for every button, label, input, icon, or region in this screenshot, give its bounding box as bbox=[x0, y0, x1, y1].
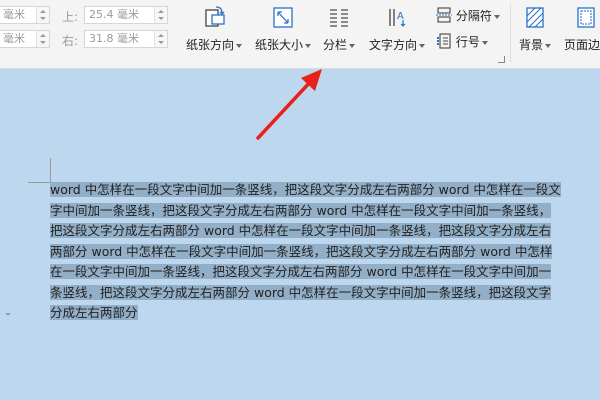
chevron-down-icon bbox=[493, 14, 500, 19]
spin-buttons[interactable] bbox=[154, 31, 167, 47]
selected-text: 在一段文字中间加一条竖线，把这段文字分成左右两部分 word 中怎样在一段文字中… bbox=[50, 264, 552, 279]
text-direction-button[interactable]: A 文字方向 bbox=[366, 4, 428, 60]
columns-label: 分栏 bbox=[322, 38, 347, 52]
margin-right-label: 右: bbox=[62, 34, 79, 48]
paper-size-button[interactable]: 纸张大小 bbox=[252, 4, 314, 60]
margin-left-input[interactable]: 毫米 bbox=[0, 6, 50, 24]
spin-buttons[interactable] bbox=[154, 7, 167, 23]
crop-mark-horizontal bbox=[28, 182, 50, 183]
text-line: 条竖线，把这段文字分成左右两部分 word 中怎样在一段文字中间加一条竖线，把这… bbox=[50, 283, 600, 304]
selected-text: 条竖线，把这段文字分成左右两部分 word 中怎样在一段文字中间加一条竖线，把这… bbox=[50, 284, 552, 300]
paper-size-icon bbox=[273, 7, 293, 28]
chevron-down-icon bbox=[481, 40, 488, 45]
text-line: 把这段文字分成左右两部分 word 中怎样在一段文字中间加一条竖线，把这段文字分… bbox=[50, 221, 600, 242]
text-line: 分成左右两部分 bbox=[50, 303, 600, 324]
columns-button[interactable]: 分栏 bbox=[320, 4, 358, 60]
text-line: word 中怎样在一段文字中间加一条竖线，把这段文字分成左右两部分 word 中… bbox=[50, 180, 600, 201]
spin-buttons[interactable] bbox=[36, 7, 49, 23]
breaks-button[interactable]: 分隔符 bbox=[436, 6, 500, 26]
text-direction-icon: A bbox=[389, 9, 406, 27]
margin-top-label: 上: bbox=[62, 10, 79, 24]
selected-text: 分成左右两部分 bbox=[50, 305, 138, 320]
margin-top-value: 25.4 毫米 bbox=[89, 8, 139, 21]
paper-size-label: 纸张大小 bbox=[254, 38, 303, 52]
dialog-launcher-icon[interactable] bbox=[498, 56, 505, 63]
margin-right-value: 31.8 毫米 bbox=[89, 32, 139, 45]
columns-icon bbox=[330, 9, 348, 27]
breaks-label: 分隔符 bbox=[455, 9, 492, 23]
background-button[interactable]: 背景 bbox=[518, 4, 552, 60]
page-border-icon bbox=[577, 7, 595, 28]
selected-text: 字中间加一条竖线，把这段文字分成左右两部分 word 中怎样在一段文字中间加一条… bbox=[50, 202, 552, 218]
page-border-button[interactable]: 页面边 bbox=[564, 4, 600, 60]
ribbon-separator bbox=[510, 4, 511, 62]
margin-left-value: 毫米 bbox=[3, 8, 25, 21]
document-body[interactable]: word 中怎样在一段文字中间加一条竖线，把这段文字分成左右两部分 word 中… bbox=[50, 180, 600, 324]
margin-bottom-value: 毫米 bbox=[3, 32, 25, 45]
selected-text: 两部分 word 中怎样在一段文字中间加一条竖线，把这段文字分成左右两部分 wo… bbox=[50, 243, 553, 259]
orientation-button[interactable]: 纸张方向 bbox=[184, 4, 244, 60]
page-layout-ribbon: 毫米 毫米 上: 25.4 毫米 右: 31.8 毫米 纸张方向 纸张大小 分栏… bbox=[0, 0, 600, 69]
margin-top-input[interactable]: 25.4 毫米 bbox=[84, 6, 168, 24]
chevron-down-icon bbox=[419, 43, 425, 48]
line-numbers-button[interactable]: 行号 bbox=[436, 32, 488, 52]
line-numbers-icon bbox=[437, 33, 451, 49]
selected-text: 把这段文字分成左右两部分 word 中怎样在一段文字中间加一条竖线，把这段文字分… bbox=[50, 223, 552, 238]
text-line: 两部分 word 中怎样在一段文字中间加一条竖线，把这段文字分成左右两部分 wo… bbox=[50, 242, 600, 263]
orientation-icon bbox=[205, 6, 225, 27]
orientation-label: 纸张方向 bbox=[185, 38, 234, 52]
crop-mark-vertical bbox=[50, 158, 51, 182]
margin-indicator-icon bbox=[5, 313, 11, 316]
chevron-down-icon bbox=[349, 43, 355, 48]
text-direction-label: 文字方向 bbox=[368, 38, 417, 52]
spin-buttons[interactable] bbox=[36, 31, 49, 47]
chevron-down-icon bbox=[545, 43, 551, 48]
background-icon bbox=[526, 7, 544, 28]
background-label: 背景 bbox=[518, 38, 543, 52]
line-numbers-label: 行号 bbox=[455, 35, 480, 49]
selected-text: word 中怎样在一段文字中间加一条竖线，把这段文字分成左右两部分 word 中… bbox=[50, 182, 561, 197]
text-line: 字中间加一条竖线，把这段文字分成左右两部分 word 中怎样在一段文字中间加一条… bbox=[50, 201, 600, 222]
margin-bottom-input[interactable]: 毫米 bbox=[0, 30, 50, 48]
chevron-down-icon bbox=[236, 43, 242, 48]
chevron-down-icon bbox=[305, 43, 311, 48]
margin-right-input[interactable]: 31.8 毫米 bbox=[84, 30, 168, 48]
text-line: 在一段文字中间加一条竖线，把这段文字分成左右两部分 word 中怎样在一段文字中… bbox=[50, 262, 600, 283]
breaks-icon bbox=[436, 7, 452, 23]
page-border-label: 页面边 bbox=[564, 38, 600, 52]
